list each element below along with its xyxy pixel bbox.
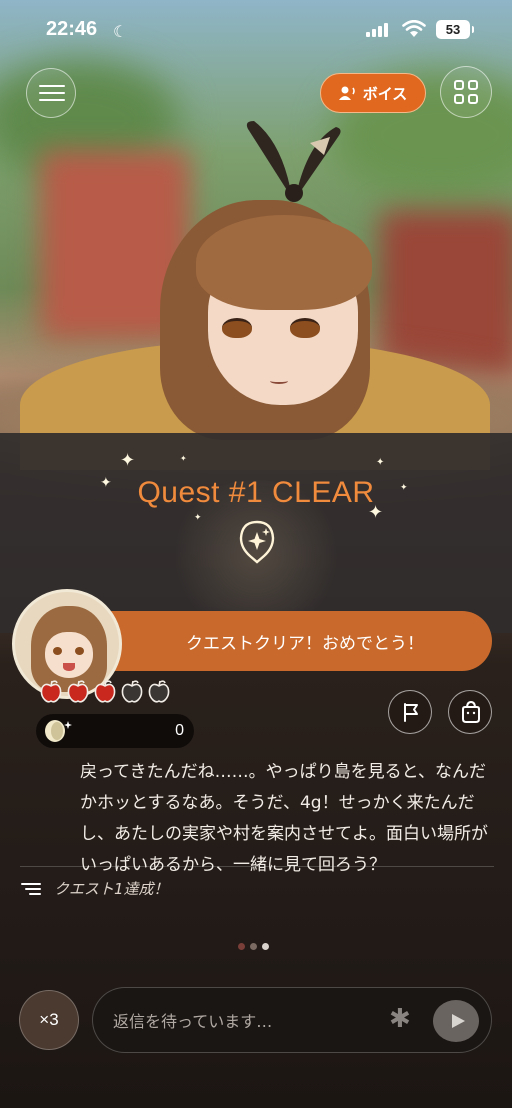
avatar-mouth [63, 663, 75, 671]
sparkle-icon: ✦ [376, 457, 385, 468]
grid-menu-button[interactable] [440, 66, 492, 118]
character-eye [222, 318, 252, 338]
menu-icon [39, 85, 65, 87]
sparkle-icon: ✦ [194, 513, 202, 523]
bag-icon [462, 700, 480, 723]
send-button[interactable] [433, 1000, 479, 1042]
menu-button[interactable] [26, 68, 76, 118]
sparkle-icon: ✦ [180, 454, 187, 463]
speed-button[interactable]: ×3 [19, 990, 79, 1050]
page-dot [250, 943, 257, 950]
list-icon [21, 882, 41, 895]
ribbon-bow [246, 121, 341, 202]
avatar-face [45, 632, 93, 678]
coin-icon [45, 720, 72, 742]
grid-icon-cell [454, 94, 464, 104]
asterisk-icon[interactable]: ✱ [389, 1006, 411, 1032]
dialogue-text: 戻ってきたんだね……。やっぱり島を見ると、なんだかホッとするなあ。そうだ、4g！… [80, 762, 488, 875]
grid-icon-cell [468, 80, 478, 90]
voice-label: ボイス [362, 84, 408, 103]
character-bangs [196, 215, 372, 310]
wifi-icon [402, 20, 426, 37]
grid-icon [454, 80, 464, 90]
page-indicator [238, 943, 269, 950]
avatar-eye [75, 647, 84, 655]
quest-log-text: クエスト1達成！ [54, 880, 169, 898]
apple-filled-icon [67, 680, 89, 703]
message-banner-text: クエストクリア！おめでとう！ [186, 633, 424, 654]
page-dot [238, 943, 245, 950]
status-bar: 22:46 ☾ 53 [0, 0, 512, 60]
menu-icon-line [39, 99, 65, 101]
apple-empty-icon [121, 680, 143, 703]
quest-sparkle-icon [239, 520, 275, 564]
sparkle-icon: ✦ [120, 450, 136, 471]
coin-counter: 0 [36, 714, 194, 748]
coin-value: 0 [175, 722, 184, 739]
signal-icon [366, 23, 388, 37]
page-dot [262, 943, 269, 950]
quest-clear-title: Quest #1 CLEAR [137, 476, 375, 509]
apple-filled-icon [94, 680, 116, 703]
avatar-eye [53, 647, 62, 655]
grid-icon-cell [468, 94, 478, 104]
reply-input[interactable] [113, 1008, 383, 1034]
affection-apples [38, 678, 172, 704]
moon-icon: ☾ [113, 22, 128, 41]
divider [20, 866, 494, 867]
character-mouth [270, 378, 288, 384]
status-time: 22:46 [46, 18, 98, 40]
apple-empty-icon [148, 680, 170, 703]
reply-input-container: ✱ [92, 987, 492, 1053]
battery-indicator: 53 [436, 20, 474, 39]
message-banner: クエストクリア！おめでとう！ [80, 611, 492, 671]
bag-button[interactable] [448, 690, 492, 734]
voice-icon [338, 86, 355, 100]
flag-button[interactable] [388, 690, 432, 734]
play-icon [452, 1014, 465, 1028]
quest-log[interactable]: クエスト1達成！ [20, 878, 169, 899]
voice-button[interactable]: ボイス [320, 73, 426, 113]
menu-icon-line [39, 92, 65, 94]
apple-filled-icon [40, 680, 62, 703]
flag-icon [404, 703, 418, 722]
character-eye [290, 318, 320, 338]
